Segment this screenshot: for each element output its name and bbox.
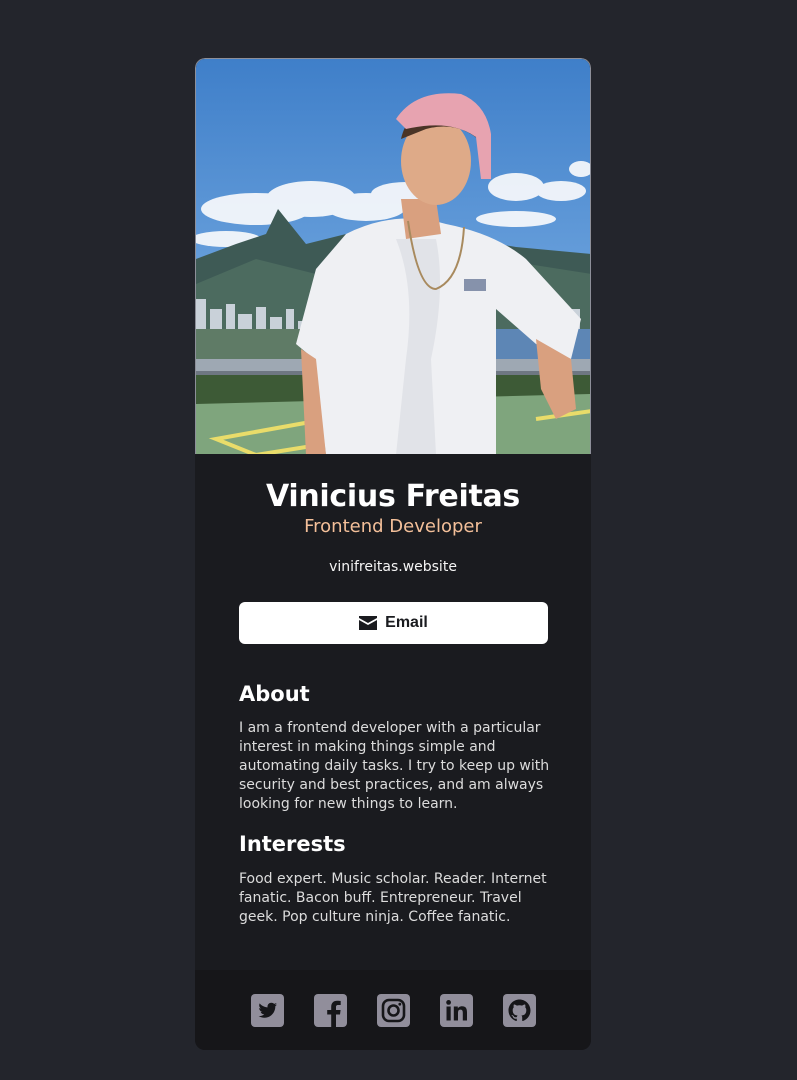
instagram-icon[interactable]: [376, 993, 410, 1027]
profile-name: Vinicius Freitas: [266, 479, 520, 514]
linkedin-icon[interactable]: [439, 993, 473, 1027]
profile-photo: [195, 58, 591, 454]
twitter-icon[interactable]: [250, 993, 284, 1027]
facebook-icon[interactable]: [313, 993, 347, 1027]
social-footer: [195, 970, 591, 1050]
website-link[interactable]: vinifreitas.website: [195, 559, 591, 575]
github-icon[interactable]: [502, 993, 536, 1027]
profile-role: Frontend Developer: [304, 516, 482, 537]
about-heading: About: [239, 682, 310, 706]
email-button[interactable]: Email: [239, 602, 548, 644]
envelope-icon: [359, 616, 378, 630]
profile-card: Vinicius Freitas Frontend Developer vini…: [195, 58, 591, 1050]
email-button-label: Email: [385, 614, 428, 631]
interests-heading: Interests: [239, 832, 346, 856]
about-text: I am a frontend developer with a particu…: [239, 720, 550, 812]
interests-text: Food expert. Music scholar. Reader. Inte…: [239, 871, 547, 925]
